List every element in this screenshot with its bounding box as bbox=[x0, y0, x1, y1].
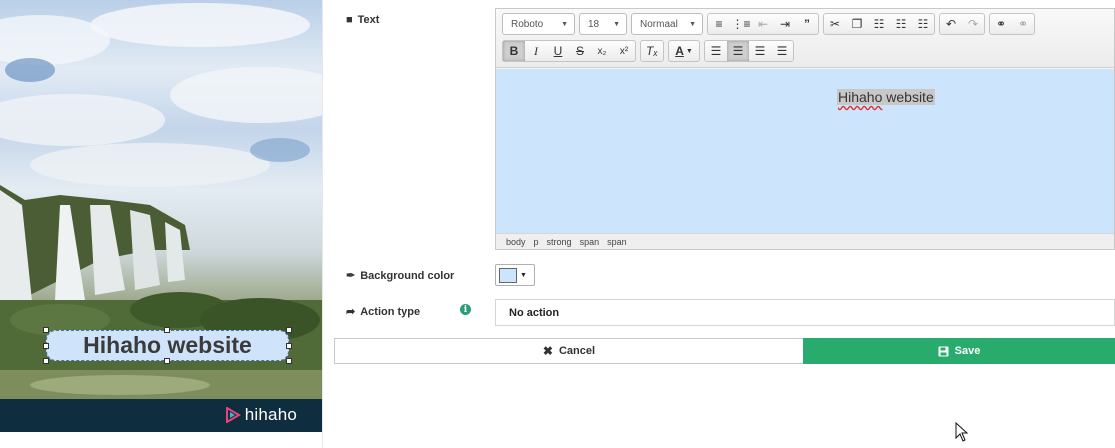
basic-styles-group: B I U S x₂ x² bbox=[502, 40, 636, 62]
floppy-disk-icon bbox=[938, 346, 949, 356]
link-icon[interactable]: ⚭ bbox=[990, 14, 1012, 34]
resize-handle-top-left[interactable] bbox=[43, 327, 49, 333]
chevron-down-icon: ▼ bbox=[613, 20, 620, 28]
copy-icon[interactable]: ❐ bbox=[846, 14, 868, 34]
eyedropper-icon: ✒ bbox=[346, 270, 356, 282]
element-path-bar: body p strong span span bbox=[496, 233, 1114, 249]
format-select[interactable]: Normaal ▼ bbox=[631, 13, 703, 35]
resize-handle-bottom-left[interactable] bbox=[43, 358, 49, 364]
play-logo-icon bbox=[225, 407, 241, 423]
brand-name: hihaho bbox=[244, 405, 297, 424]
path-item[interactable]: span bbox=[580, 237, 600, 247]
numbered-list-icon[interactable]: ≡ bbox=[708, 14, 730, 34]
link-group: ⚭ ⚭ bbox=[989, 13, 1035, 35]
background-color-label: ✒ Background color bbox=[346, 269, 455, 283]
cut-icon[interactable]: ✂ bbox=[824, 14, 846, 34]
cancel-button[interactable]: ✖ Cancel bbox=[334, 338, 804, 364]
action-type-value: No action bbox=[509, 306, 560, 319]
font-family-select[interactable]: Roboto ▼ bbox=[502, 13, 575, 35]
blockquote-icon[interactable]: ” bbox=[796, 14, 818, 34]
path-item[interactable]: span bbox=[607, 237, 627, 247]
resize-handle-bottom-right[interactable] bbox=[286, 358, 292, 364]
paste-icon[interactable]: ☷ bbox=[868, 14, 890, 34]
remove-format-icon[interactable]: Tₓ bbox=[641, 41, 663, 61]
action-type-label: ➦ Action type bbox=[346, 305, 421, 319]
font-size-select[interactable]: 18 ▼ bbox=[579, 13, 627, 35]
background-color-text: Background color bbox=[360, 269, 455, 282]
chevron-down-icon: ▼ bbox=[689, 20, 696, 28]
editor-text-word: Hihaho bbox=[838, 89, 883, 105]
align-center-icon[interactable]: ☰ bbox=[727, 41, 749, 61]
text-label: Text bbox=[357, 14, 380, 26]
indent-icon[interactable]: ⇥ bbox=[774, 14, 796, 34]
clipboard-group: ✂ ❐ ☷ ☷ ☷ bbox=[823, 13, 935, 35]
rich-text-editor: Roboto ▼ 18 ▼ Normaal ▼ ≡ ⋮≡ ⇤ ⇥ ” ✂ ❐ ☷ ☷ … bbox=[495, 8, 1115, 250]
align-left-icon[interactable]: ☰ bbox=[705, 41, 727, 61]
color-swatch bbox=[499, 267, 517, 283]
text-color-icon[interactable]: A ▼ bbox=[669, 41, 699, 61]
editor-text-rest: website bbox=[882, 89, 934, 105]
editor-content-area[interactable]: Hihaho website bbox=[496, 69, 1114, 234]
subscript-icon[interactable]: x₂ bbox=[591, 41, 613, 61]
strikethrough-icon[interactable]: S bbox=[569, 41, 591, 61]
panel-divider bbox=[322, 0, 323, 448]
path-item[interactable]: strong bbox=[547, 237, 572, 247]
editor-toolbar: Roboto ▼ 18 ▼ Normaal ▼ ≡ ⋮≡ ⇤ ⇥ ” ✂ ❐ ☷ ☷ … bbox=[496, 9, 1114, 68]
action-type-text: Action type bbox=[360, 305, 421, 318]
resize-handle-right[interactable] bbox=[286, 343, 292, 349]
bullet-list-icon[interactable]: ⋮≡ bbox=[730, 14, 752, 34]
paste-text-icon[interactable]: ☷ bbox=[890, 14, 912, 34]
info-icon[interactable]: i bbox=[460, 304, 471, 315]
comment-icon: ■ bbox=[346, 14, 353, 26]
align-right-icon[interactable]: ☰ bbox=[749, 41, 771, 61]
text-field-label: ■ Text bbox=[346, 14, 379, 26]
align-justify-icon[interactable]: ☰ bbox=[771, 41, 793, 61]
chevron-down-icon: ▼ bbox=[561, 20, 568, 28]
list-group: ≡ ⋮≡ ⇤ ⇥ ” bbox=[707, 13, 819, 35]
redo-icon[interactable]: ↷ bbox=[962, 14, 984, 34]
remove-format-group: Tₓ bbox=[640, 40, 664, 62]
undo-icon[interactable]: ↶ bbox=[940, 14, 962, 34]
path-item[interactable]: p bbox=[534, 237, 539, 247]
path-item[interactable]: body bbox=[506, 237, 526, 247]
cancel-label: Cancel bbox=[558, 345, 596, 357]
hotspot-text: Hihaho website bbox=[83, 332, 252, 358]
font-family-value: Roboto bbox=[511, 18, 544, 30]
paste-word-icon[interactable]: ☷ bbox=[912, 14, 934, 34]
format-value: Normaal bbox=[640, 18, 678, 30]
hotspot-label[interactable]: Hihaho website bbox=[46, 330, 289, 361]
share-arrow-icon: ➦ bbox=[346, 306, 356, 318]
chevron-down-icon: ▼ bbox=[520, 271, 527, 279]
resize-handle-top-right[interactable] bbox=[286, 327, 292, 333]
bold-icon[interactable]: B bbox=[503, 41, 525, 61]
text-color-group: A ▼ bbox=[668, 40, 700, 62]
close-icon: ✖ bbox=[542, 344, 553, 358]
align-group: ☰ ☰ ☰ ☰ bbox=[704, 40, 794, 62]
video-preview: Hihaho website hihaho bbox=[0, 0, 322, 432]
outdent-icon[interactable]: ⇤ bbox=[752, 14, 774, 34]
resize-handle-top[interactable] bbox=[164, 327, 170, 333]
player-bar: hihaho bbox=[0, 399, 322, 432]
history-group: ↶ ↷ bbox=[939, 13, 985, 35]
underline-icon[interactable]: U bbox=[547, 41, 569, 61]
resize-handle-bottom[interactable] bbox=[164, 358, 170, 364]
hihaho-logo: hihaho bbox=[225, 405, 297, 425]
superscript-icon[interactable]: x² bbox=[613, 41, 635, 61]
italic-icon[interactable]: I bbox=[525, 41, 547, 61]
resize-handle-left[interactable] bbox=[43, 343, 49, 349]
mouse-cursor-icon bbox=[955, 422, 969, 442]
action-type-select[interactable]: No action bbox=[495, 299, 1115, 326]
save-label: Save bbox=[954, 345, 981, 357]
background-color-picker[interactable]: ▼ bbox=[495, 264, 535, 286]
font-size-value: 18 bbox=[588, 18, 600, 30]
save-button[interactable]: Save bbox=[803, 338, 1115, 364]
unlink-icon[interactable]: ⚭ bbox=[1012, 14, 1034, 34]
editor-text: Hihaho website bbox=[837, 89, 935, 105]
